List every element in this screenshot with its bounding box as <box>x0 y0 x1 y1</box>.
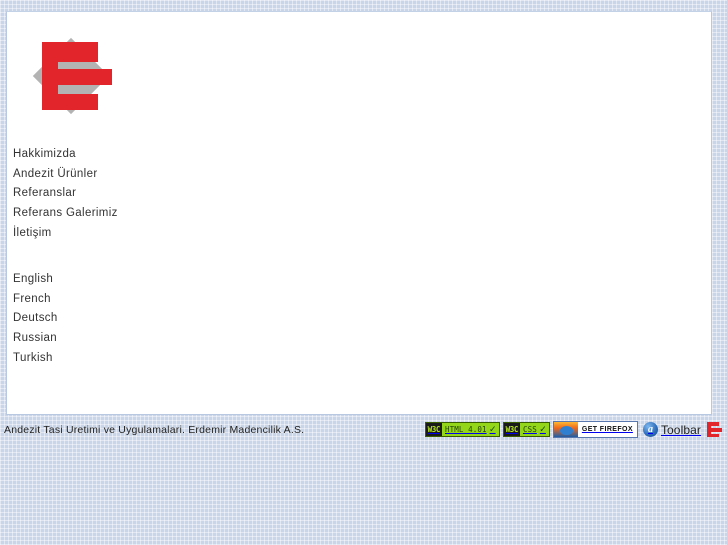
get-firefox-label: GET FIREFOX <box>581 426 633 433</box>
logo-e-bar-top <box>42 42 98 62</box>
get-firefox-badge[interactable]: GET FIREFOX <box>552 421 638 438</box>
footer-logo-bar-middle <box>709 428 722 432</box>
footer-logo-bar-bottom <box>707 433 719 437</box>
footer-badges: W3C HTML 4.01 ✓ W3C CSS ✓ GET FIREFOX a … <box>424 419 722 440</box>
language-navigation: English French Deutsch Russian Turkish <box>13 270 58 369</box>
w3c-html-validator-badge[interactable]: W3C HTML 4.01 ✓ <box>424 422 500 437</box>
alexa-a-icon: a <box>642 422 658 437</box>
lang-item-russian[interactable]: Russian <box>13 329 58 349</box>
site-logo[interactable] <box>23 28 119 124</box>
w3c-html-label: HTML 4.01 <box>442 423 490 436</box>
lang-item-deutsch[interactable]: Deutsch <box>13 309 58 329</box>
logo-e-bar-bottom <box>42 94 98 110</box>
w3c-logo-icon: W3C <box>425 423 443 436</box>
w3c-css-label: CSS <box>519 423 540 436</box>
lang-item-french[interactable]: French <box>13 290 58 310</box>
nav-item-hakkimizda[interactable]: Hakkimizda <box>13 145 118 165</box>
footer-copyright-text: Andezit Tasi Uretimi ve Uygulamalari. Er… <box>4 423 305 436</box>
footer-bar: Andezit Tasi Uretimi ve Uygulamalari. Er… <box>0 419 727 440</box>
lang-item-turkish[interactable]: Turkish <box>13 349 58 369</box>
nav-item-referans-galerimiz[interactable]: Referans Galerimiz <box>13 204 118 224</box>
w3c-logo-icon: W3C <box>503 423 520 436</box>
footer-brand-logo-icon <box>707 422 722 437</box>
firefox-icon <box>553 422 578 437</box>
logo-e-mark <box>42 42 112 110</box>
nav-item-iletisim[interactable]: İletişim <box>13 224 118 244</box>
main-navigation: Hakkimizda Andezit Ürünler Referanslar R… <box>13 145 118 244</box>
page-root: Hakkimizda Andezit Ürünler Referanslar R… <box>0 0 727 545</box>
nav-item-referanslar[interactable]: Referanslar <box>13 184 118 204</box>
nav-item-andezit-urunler[interactable]: Andezit Ürünler <box>13 165 118 185</box>
lang-item-english[interactable]: English <box>13 270 58 290</box>
logo-e-bar-middle <box>54 69 112 85</box>
w3c-css-validator-badge[interactable]: W3C CSS ✓ <box>502 422 550 437</box>
content-panel: Hakkimizda Andezit Ürünler Referanslar R… <box>6 11 712 415</box>
alexa-toolbar-badge[interactable]: a Toolbar <box>641 422 701 437</box>
footer-logo-bar-top <box>707 422 719 426</box>
toolbar-label: Toolbar <box>660 422 701 437</box>
checkmark-icon: ✓ <box>489 423 499 436</box>
checkmark-icon: ✓ <box>539 423 549 436</box>
